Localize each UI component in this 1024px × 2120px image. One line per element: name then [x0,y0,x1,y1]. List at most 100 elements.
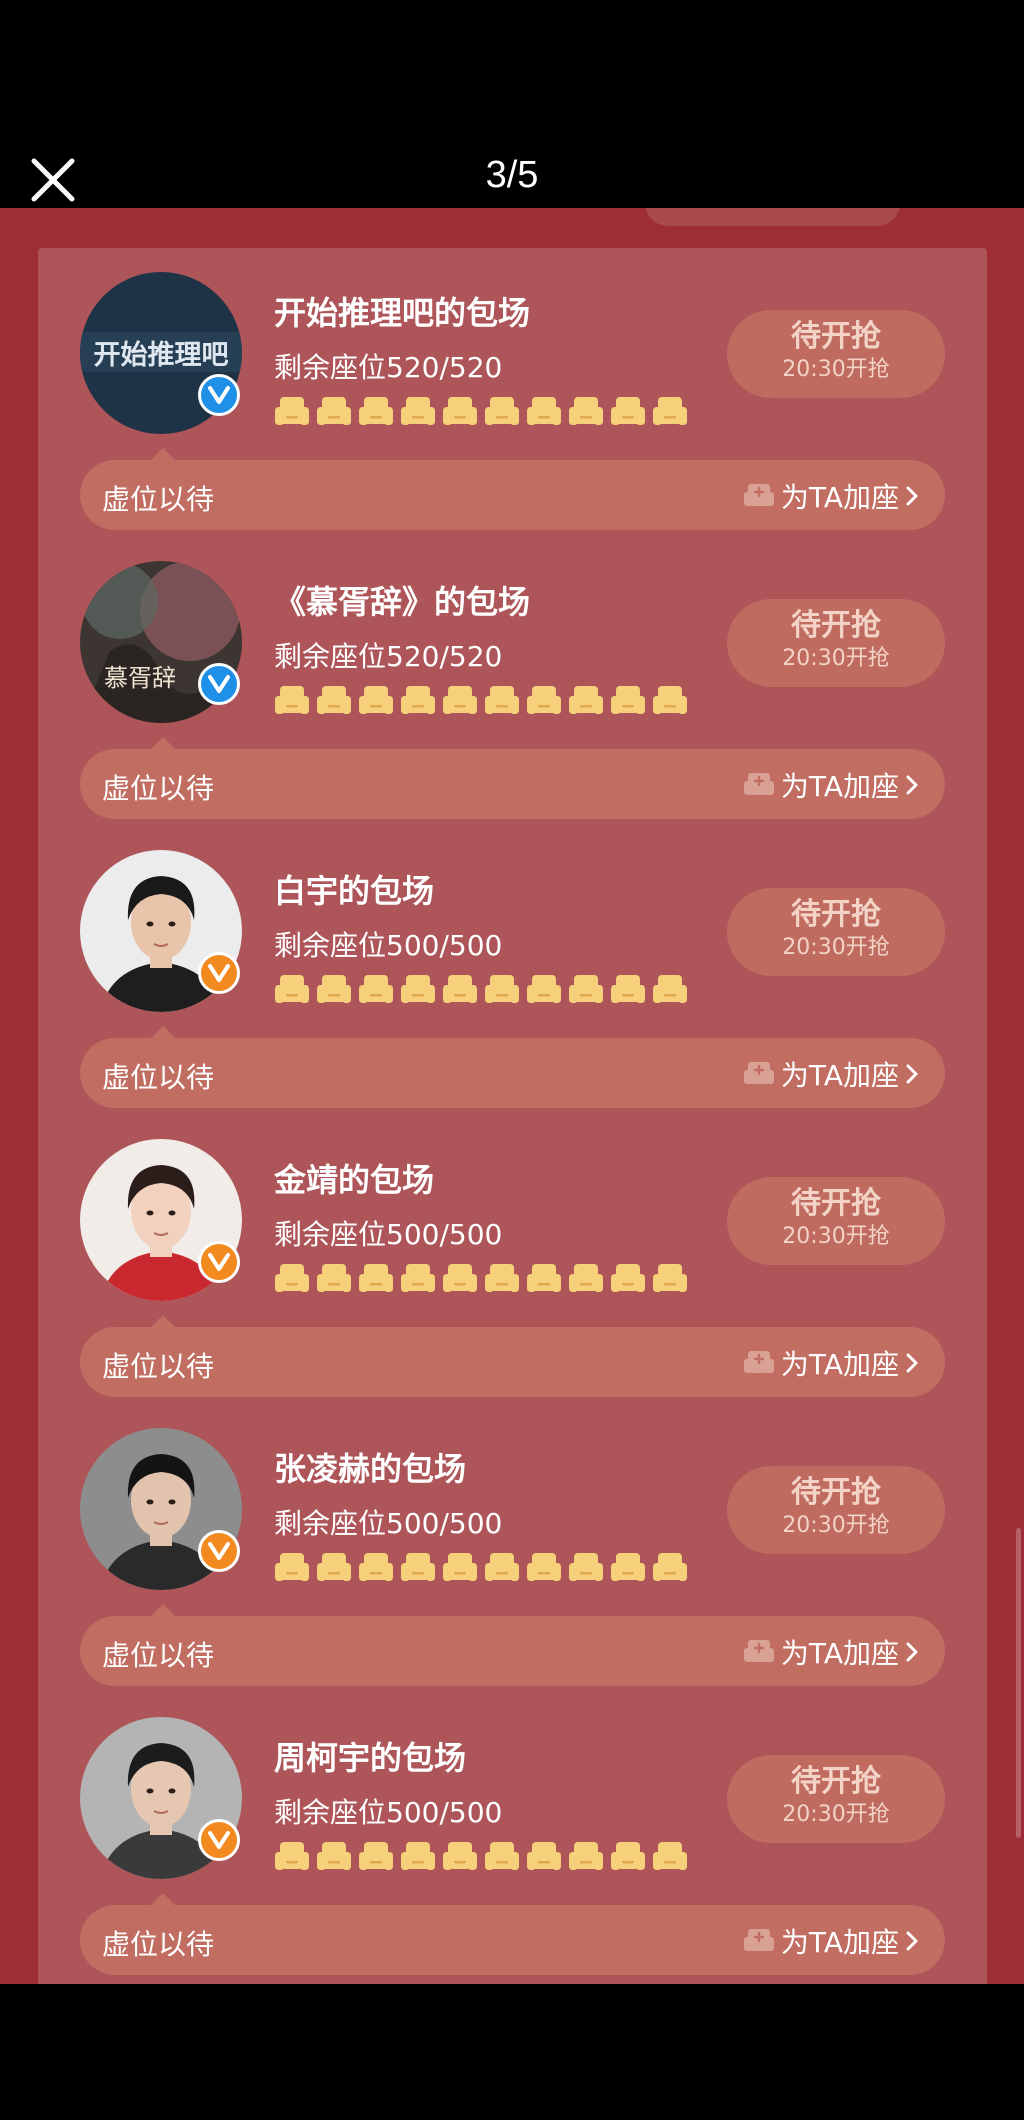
sofa-seat-icon [442,1840,478,1874]
seat-bar: 虚位以待 为TA加座 [80,749,945,819]
pending-grab-label: 待开抢 [791,1475,881,1510]
sofa-seat-icon [610,395,646,429]
vacancy-label: 虚位以待 [102,483,215,516]
seat-bar: 虚位以待 为TA加座 [80,1327,945,1397]
pending-grab-label: 待开抢 [791,608,881,643]
add-seat-label: 为TA加座 [780,1348,899,1381]
sofa-seat-icon [316,1840,352,1874]
add-seat-label: 为TA加座 [780,770,899,803]
remaining-seats: 剩余座位520/520 [274,640,503,673]
sofa-plus-icon [743,1640,774,1662]
verified-v-icon [208,1542,230,1560]
sofa-seat-icon [484,395,520,429]
add-seat-button[interactable]: 为TA加座 [743,1343,919,1383]
sofa-seat-icon [652,1551,688,1585]
sofa-seat-icon [274,395,310,429]
grab-time-label: 20:30开抢 [782,357,890,382]
chevron-right-icon [906,1064,918,1084]
sofa-seat-icon [484,1551,520,1585]
add-seat-label: 为TA加座 [780,1637,899,1670]
add-seat-button[interactable]: 为TA加座 [743,765,919,805]
sofa-seat-icon [526,1551,562,1585]
pending-grab-label: 待开抢 [791,319,881,354]
booking-card: 开始推理吧 开始推理吧的包场 剩余座位520/520 待开抢 20:30开抢 虚… [38,248,987,537]
content-viewport[interactable]: 开始推理吧 开始推理吧的包场 剩余座位520/520 待开抢 20:30开抢 虚… [0,208,1024,1984]
booking-title: 白宇的包场 [274,872,435,910]
sofa-seat-icon [358,684,394,718]
sofa-seat-icon [316,684,352,718]
sofa-seat-icon [400,395,436,429]
verified-badge [198,663,240,705]
seat-icons-row [274,973,688,1007]
vacancy-label: 虚位以待 [102,1928,215,1961]
seat-bar: 虚位以待 为TA加座 [80,460,945,530]
pending-grab-button[interactable]: 待开抢 20:30开抢 [727,888,945,976]
sofa-seat-icon [358,395,394,429]
verified-v-icon [208,1253,230,1271]
sofa-seat-icon [274,1551,310,1585]
vacancy-label: 虚位以待 [102,1639,215,1672]
sofa-seat-icon [610,684,646,718]
page-counter: 3/5 [485,154,539,196]
sofa-plus-icon [743,773,774,795]
booking-title: 金靖的包场 [274,1161,435,1199]
remaining-seats: 剩余座位500/500 [274,929,503,962]
grab-time-label: 20:30开抢 [782,646,890,671]
sofa-seat-icon [442,684,478,718]
add-seat-button[interactable]: 为TA加座 [743,476,919,516]
scrollbar[interactable] [1016,1528,1021,1838]
booking-card: 慕胥辞 《慕胥辞》的包场 剩余座位520/520 待开抢 20:30开抢 虚位以… [38,537,987,826]
pending-grab-button[interactable]: 待开抢 20:30开抢 [727,599,945,687]
chevron-right-icon [906,1642,918,1662]
pending-grab-label: 待开抢 [791,897,881,932]
sofa-seat-icon [442,1551,478,1585]
verified-badge [198,374,240,416]
booking-card: 金靖的包场 剩余座位500/500 待开抢 20:30开抢 虚位以待 为TA加座 [38,1115,987,1404]
bottom-area [0,1984,1024,2120]
booking-title: 开始推理吧的包场 [274,294,531,332]
sofa-seat-icon [610,1551,646,1585]
verified-v-icon [208,1831,230,1849]
sofa-seat-icon [400,1262,436,1296]
sofa-plus-icon [743,484,774,506]
booking-card: 周柯宇的包场 剩余座位500/500 待开抢 20:30开抢 虚位以待 为TA加… [38,1693,987,1982]
add-seat-label: 为TA加座 [780,481,899,514]
pending-grab-button[interactable]: 待开抢 20:30开抢 [727,1177,945,1265]
booking-card: 白宇的包场 剩余座位500/500 待开抢 20:30开抢 虚位以待 为TA加座 [38,826,987,1115]
sofa-plus-icon [743,1351,774,1373]
sofa-seat-icon [358,1551,394,1585]
booking-list-panel: 开始推理吧 开始推理吧的包场 剩余座位520/520 待开抢 20:30开抢 虚… [38,248,987,1984]
sofa-seat-icon [274,1840,310,1874]
sofa-seat-icon [358,1262,394,1296]
pending-grab-button[interactable]: 待开抢 20:30开抢 [727,1755,945,1843]
add-seat-button[interactable]: 为TA加座 [743,1054,919,1094]
pending-grab-button[interactable]: 待开抢 20:30开抢 [727,1466,945,1554]
sofa-seat-icon [652,395,688,429]
pending-grab-button[interactable]: 待开抢 20:30开抢 [727,310,945,398]
sofa-seat-icon [442,395,478,429]
verified-badge [198,1241,240,1283]
chevron-right-icon [906,1931,918,1951]
sofa-seat-icon [442,1262,478,1296]
sofa-seat-icon [316,395,352,429]
sofa-seat-icon [568,1551,604,1585]
seat-icons-row [274,1262,688,1296]
seat-bar: 虚位以待 为TA加座 [80,1038,945,1108]
sofa-seat-icon [400,1840,436,1874]
sofa-seat-icon [358,1840,394,1874]
sofa-seat-icon [316,1262,352,1296]
sofa-plus-icon [743,1062,774,1084]
pending-grab-label: 待开抢 [791,1186,881,1221]
sofa-seat-icon [568,684,604,718]
sofa-seat-icon [400,1551,436,1585]
verified-badge [198,952,240,994]
seat-bar: 虚位以待 为TA加座 [80,1616,945,1686]
chevron-right-icon [906,775,918,795]
add-seat-button[interactable]: 为TA加座 [743,1921,919,1961]
vacancy-label: 虚位以待 [102,772,215,805]
add-seat-button[interactable]: 为TA加座 [743,1632,919,1672]
top-bar: 3/5 [0,0,1024,208]
seat-icons-row [274,395,688,429]
add-seat-label: 为TA加座 [780,1059,899,1092]
grab-time-label: 20:30开抢 [782,1513,890,1538]
